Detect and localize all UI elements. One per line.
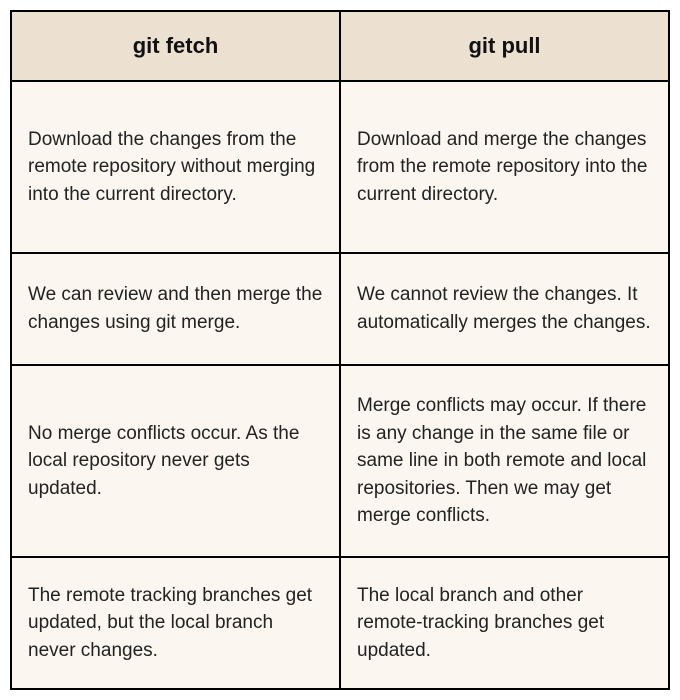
table-row: The remote tracking branches get updated… bbox=[11, 557, 669, 689]
cell-fetch: The remote tracking branches get updated… bbox=[11, 557, 340, 689]
table-row: Download the changes from the remote rep… bbox=[11, 81, 669, 253]
cell-pull: Merge conflicts may occur. If there is a… bbox=[340, 365, 669, 558]
table-row: No merge conflicts occur. As the local r… bbox=[11, 365, 669, 558]
cell-pull: The local branch and other remote-tracki… bbox=[340, 557, 669, 689]
header-git-pull: git pull bbox=[340, 11, 669, 81]
cell-pull: We cannot review the changes. It automat… bbox=[340, 253, 669, 364]
cell-fetch: We can review and then merge the changes… bbox=[11, 253, 340, 364]
cell-fetch: No merge conflicts occur. As the local r… bbox=[11, 365, 340, 558]
table-header-row: git fetch git pull bbox=[11, 11, 669, 81]
comparison-table: git fetch git pull Download the changes … bbox=[10, 10, 670, 690]
cell-pull: Download and merge the changes from the … bbox=[340, 81, 669, 253]
header-git-fetch: git fetch bbox=[11, 11, 340, 81]
table-row: We can review and then merge the changes… bbox=[11, 253, 669, 364]
cell-fetch: Download the changes from the remote rep… bbox=[11, 81, 340, 253]
